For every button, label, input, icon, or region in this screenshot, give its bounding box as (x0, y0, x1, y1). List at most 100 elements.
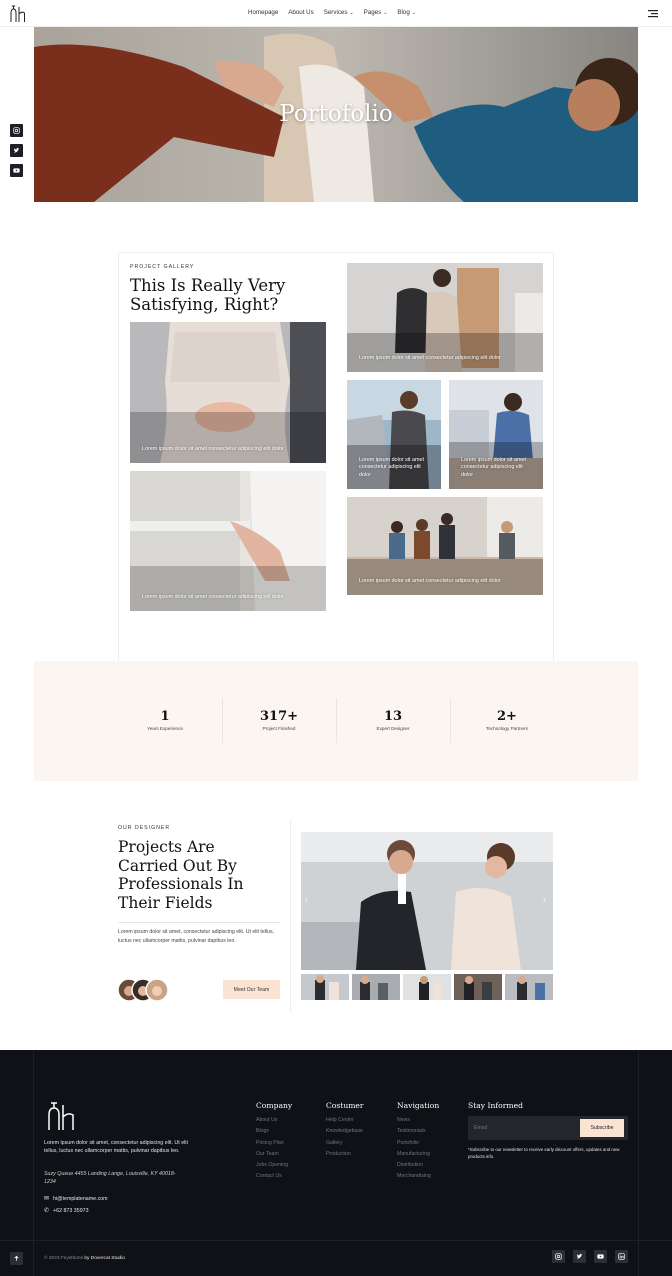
footer-link[interactable]: Production (326, 1151, 364, 1157)
stat-divider (336, 698, 337, 743)
gallery-item[interactable]: Lorem ipsum dolor sit amet consectetur a… (130, 471, 326, 611)
avatar-stack (117, 978, 169, 1002)
youtube-icon[interactable] (10, 164, 23, 177)
gallery-caption: Lorem ipsum dolor sit amet consectetur a… (142, 593, 284, 600)
copyright-text: © 2023 Feysthons (44, 1256, 84, 1261)
slider-thumbnail[interactable] (403, 974, 451, 1000)
stat-number: 13 (383, 709, 403, 724)
footer-divider (0, 1240, 672, 1241)
designer-heading-line: Professionals In (118, 875, 244, 894)
gallery-caption: Lorem ipsum dolor sit amet consectetur a… (359, 354, 501, 361)
hero-title: Portofolio (279, 101, 393, 127)
footer-link[interactable]: Distribution (397, 1162, 439, 1168)
site-header: Homepage About Us Services ⌄ Pages ⌄ Blog ⌄ (0, 0, 672, 27)
newsletter-email-input[interactable] (474, 1122, 574, 1134)
footer-col-costumer: Costumer Help Center Knowledgebase Galle… (326, 1101, 364, 1162)
linkedin-icon[interactable] (615, 1250, 628, 1263)
mail-icon: ✉ (44, 1196, 50, 1202)
designer-heading-line: Projects Are (118, 838, 215, 856)
newsletter-title: Stay Informed (468, 1101, 523, 1110)
footer-link[interactable]: Contact Us (256, 1173, 292, 1179)
footer-logo[interactable] (44, 1100, 78, 1132)
back-to-top-button[interactable] (10, 1252, 23, 1265)
slider-photo (301, 832, 553, 970)
footer-col-navigation: Navigation News Testimonials Portofolio … (397, 1101, 439, 1185)
newsletter-form: Subscribe (468, 1116, 628, 1140)
designer-section: OUR DESIGNER Projects Are Carried Out By… (118, 825, 288, 945)
stat-projects: 317+ Project Finished (224, 709, 334, 731)
footer-link[interactable]: Knowledgebase (326, 1128, 364, 1134)
footer-col-title: Navigation (397, 1101, 440, 1110)
youtube-icon[interactable] (594, 1250, 607, 1263)
gallery-photo (130, 322, 326, 463)
newsletter-note: *Subscribe to our newsletter to receive … (468, 1147, 620, 1160)
stat-years: 1 Years Experience (110, 709, 220, 731)
chevron-right-icon[interactable]: › (543, 895, 546, 904)
stat-label: Years Experience (147, 726, 183, 731)
slider-thumbnail[interactable] (454, 974, 502, 1000)
footer-phone[interactable]: ✆ +62 873 35973 (44, 1207, 89, 1215)
designer-heading: Projects Are Carried Out By Professional… (118, 838, 288, 912)
stat-designers: 13 Expert Designer (338, 709, 448, 731)
gallery-item[interactable]: Lorem ipsum dolor sit amet consectetur a… (449, 380, 543, 489)
nav-services[interactable]: Services ⌄ (324, 9, 354, 16)
stat-label: Project Finished (262, 726, 296, 731)
gallery-kicker: PROJECT GALLERY (130, 264, 195, 270)
gallery-item[interactable]: Lorem ipsum dolor sit amet consectetur a… (347, 263, 543, 372)
footer-link[interactable]: Pricing Plan (256, 1140, 292, 1146)
slider-thumbnail[interactable] (301, 974, 349, 1000)
twitter-icon[interactable] (573, 1250, 586, 1263)
gallery-caption: Lorem ipsum dolor sit amet consectetur a… (359, 457, 425, 478)
designer-text: Lorem ipsum dolor sit amet, consectetur … (118, 929, 274, 944)
gallery-item[interactable]: Lorem ipsum dolor sit amet consectetur a… (347, 380, 441, 489)
stat-divider (222, 698, 223, 743)
nav-pages[interactable]: Pages ⌄ (364, 9, 388, 16)
main-nav: Homepage About Us Services ⌄ Pages ⌄ Blog ⌄ (248, 9, 416, 16)
footer-link[interactable]: Jobs Opening (256, 1162, 292, 1168)
footer-link[interactable]: About Us (256, 1117, 292, 1123)
instagram-icon[interactable] (552, 1250, 565, 1263)
stat-divider (450, 698, 451, 743)
nav-blog[interactable]: Blog ⌄ (397, 9, 416, 16)
slider-thumbnail[interactable] (505, 974, 553, 1000)
stat-number: 317+ (259, 709, 299, 724)
footer-link[interactable]: Manufacturing (397, 1151, 439, 1157)
side-social-bar (10, 124, 23, 184)
designer-slider: ‹ › (301, 832, 553, 970)
footer-link[interactable]: Merchandising (397, 1173, 439, 1179)
gallery-item[interactable]: Lorem ipsum dolor sit amet consectetur a… (130, 322, 326, 463)
nav-about-us[interactable]: About Us (288, 9, 313, 16)
credit-link[interactable]: by Dovercat Studio (84, 1256, 125, 1261)
footer-col-company: Company About Us Blogs Pricing Plan Our … (256, 1101, 292, 1185)
designer-heading-line: Carried Out By (118, 856, 237, 875)
footer-link[interactable]: Portofolio (397, 1140, 439, 1146)
subscribe-button[interactable]: Subscribe (580, 1119, 624, 1137)
gallery-caption: Lorem ipsum dolor sit amet consectetur a… (142, 445, 284, 452)
phone-icon: ✆ (44, 1208, 50, 1214)
site-footer: Lorem ipsum dolor sit amet, consectetur … (0, 1050, 672, 1276)
footer-link[interactable]: Testimonials (397, 1128, 439, 1134)
hamburger-menu-icon[interactable] (648, 9, 658, 18)
footer-link[interactable]: News (397, 1117, 439, 1123)
gallery-caption: Lorem ipsum dolor sit amet consectetur a… (461, 457, 527, 478)
project-gallery-section: PROJECT GALLERY This Is Really Very Sati… (118, 252, 554, 662)
slider-thumbnail[interactable] (352, 974, 400, 1000)
gallery-item[interactable]: Lorem ipsum dolor sit amet consectetur a… (347, 497, 543, 595)
footer-link[interactable]: Gallery (326, 1140, 364, 1146)
footer-link[interactable]: Blogs (256, 1128, 292, 1134)
footer-link[interactable]: Our Team (256, 1151, 292, 1157)
meet-team-button[interactable]: Meet Our Team (223, 980, 280, 999)
instagram-icon[interactable] (10, 124, 23, 137)
arrow-up-icon (14, 1255, 19, 1261)
twitter-icon[interactable] (10, 144, 23, 157)
nav-homepage[interactable]: Homepage (248, 9, 278, 16)
footer-link[interactable]: Help Center (326, 1117, 364, 1123)
stats-section: 1 Years Experience 317+ Project Finished… (34, 661, 638, 781)
footer-col-title: Company (256, 1101, 293, 1110)
footer-col-title: Costumer (326, 1101, 364, 1110)
vertical-divider (290, 820, 291, 1012)
brand-logo[interactable] (8, 4, 28, 23)
footer-phone-text: +62 873 35973 (53, 1207, 89, 1214)
footer-email[interactable]: ✉ hi@templatename.com (44, 1195, 108, 1203)
chevron-left-icon[interactable]: ‹ (305, 895, 308, 904)
